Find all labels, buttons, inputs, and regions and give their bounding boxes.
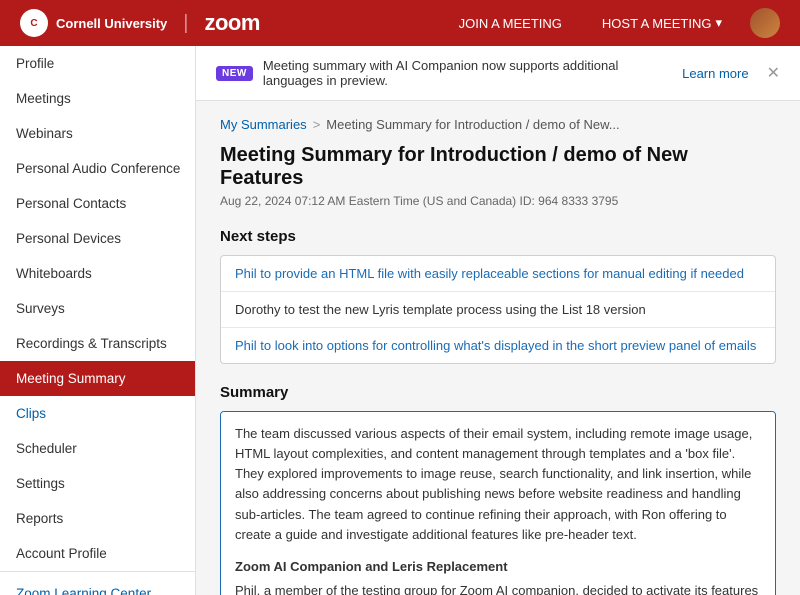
sidebar-item-learning-center[interactable]: Zoom Learning Center <box>0 576 195 595</box>
cornell-logo: C Cornell University <box>20 9 167 37</box>
breadcrumb-current: Meeting Summary for Introduction / demo … <box>326 117 619 132</box>
summary-paragraph-2: Zoom AI Companion and Leris Replacement … <box>235 557 761 595</box>
host-meeting-label: HOST A MEETING <box>602 16 712 31</box>
banner-message: Meeting summary with AI Companion now su… <box>263 58 672 88</box>
breadcrumb: My Summaries > Meeting Summary for Intro… <box>220 117 776 132</box>
page-meta: Aug 22, 2024 07:12 AM Eastern Time (US a… <box>220 194 776 208</box>
close-icon[interactable]: ✕ <box>767 63 780 83</box>
app-body: Profile Meetings Webinars Personal Audio… <box>0 46 800 595</box>
chevron-down-icon: ▾ <box>715 15 722 31</box>
sidebar-item-surveys[interactable]: Surveys <box>0 291 195 326</box>
join-meeting-button[interactable]: JOIN A MEETING <box>447 10 574 37</box>
page-content: My Summaries > Meeting Summary for Intro… <box>196 101 800 595</box>
page-title: Meeting Summary for Introduction / demo … <box>220 144 776 190</box>
summary-paragraph-1: The team discussed various aspects of th… <box>235 424 761 545</box>
sidebar-item-scheduler[interactable]: Scheduler <box>0 431 195 466</box>
sidebar-item-meeting-summary[interactable]: Meeting Summary <box>0 361 195 396</box>
avatar[interactable] <box>750 8 780 38</box>
header-divider: | <box>183 12 188 35</box>
zoom-logo: zoom <box>204 10 259 36</box>
announcement-banner: NEW Meeting summary with AI Companion no… <box>196 46 800 101</box>
sidebar-item-whiteboards[interactable]: Whiteboards <box>0 256 195 291</box>
main-content: NEW Meeting summary with AI Companion no… <box>196 46 800 595</box>
new-badge: NEW <box>216 66 253 81</box>
sidebar: Profile Meetings Webinars Personal Audio… <box>0 46 196 595</box>
next-step-item: Dorothy to test the new Lyris template p… <box>221 292 775 328</box>
sidebar-item-personal-contacts[interactable]: Personal Contacts <box>0 186 195 221</box>
sidebar-item-personal-audio[interactable]: Personal Audio Conference <box>0 151 195 186</box>
summary-title: Summary <box>220 384 776 401</box>
sidebar-item-settings[interactable]: Settings <box>0 466 195 501</box>
next-steps-box: Phil to provide an HTML file with easily… <box>220 255 776 364</box>
host-meeting-button[interactable]: HOST A MEETING ▾ <box>590 9 734 37</box>
header: C Cornell University | zoom JOIN A MEETI… <box>0 0 800 46</box>
sidebar-item-meetings[interactable]: Meetings <box>0 81 195 116</box>
sidebar-item-account-profile[interactable]: Account Profile <box>0 536 195 571</box>
learn-more-link[interactable]: Learn more <box>682 66 748 81</box>
sidebar-item-webinars[interactable]: Webinars <box>0 116 195 151</box>
cornell-shield-icon: C <box>20 9 48 37</box>
sidebar-item-recordings[interactable]: Recordings & Transcripts <box>0 326 195 361</box>
breadcrumb-separator: > <box>313 117 321 132</box>
next-step-item: Phil to provide an HTML file with easily… <box>221 256 775 292</box>
avatar-image <box>750 8 780 38</box>
sidebar-item-profile[interactable]: Profile <box>0 46 195 81</box>
breadcrumb-parent[interactable]: My Summaries <box>220 117 307 132</box>
next-step-item: Phil to look into options for controllin… <box>221 328 775 363</box>
sidebar-item-personal-devices[interactable]: Personal Devices <box>0 221 195 256</box>
sidebar-item-reports[interactable]: Reports <box>0 501 195 536</box>
header-right: JOIN A MEETING HOST A MEETING ▾ <box>447 8 780 38</box>
next-steps-title: Next steps <box>220 228 776 245</box>
institution-name: Cornell University <box>56 16 167 31</box>
summary-text-2: Phil, a member of the testing group for … <box>235 583 758 595</box>
summary-box[interactable]: The team discussed various aspects of th… <box>220 411 776 595</box>
header-left: C Cornell University | zoom <box>20 9 260 37</box>
sidebar-bottom: Zoom Learning Center Video Tutorials Kno… <box>0 571 195 595</box>
summary-subtitle: Zoom AI Companion and Leris Replacement <box>235 557 761 577</box>
sidebar-item-clips[interactable]: Clips <box>0 396 195 431</box>
